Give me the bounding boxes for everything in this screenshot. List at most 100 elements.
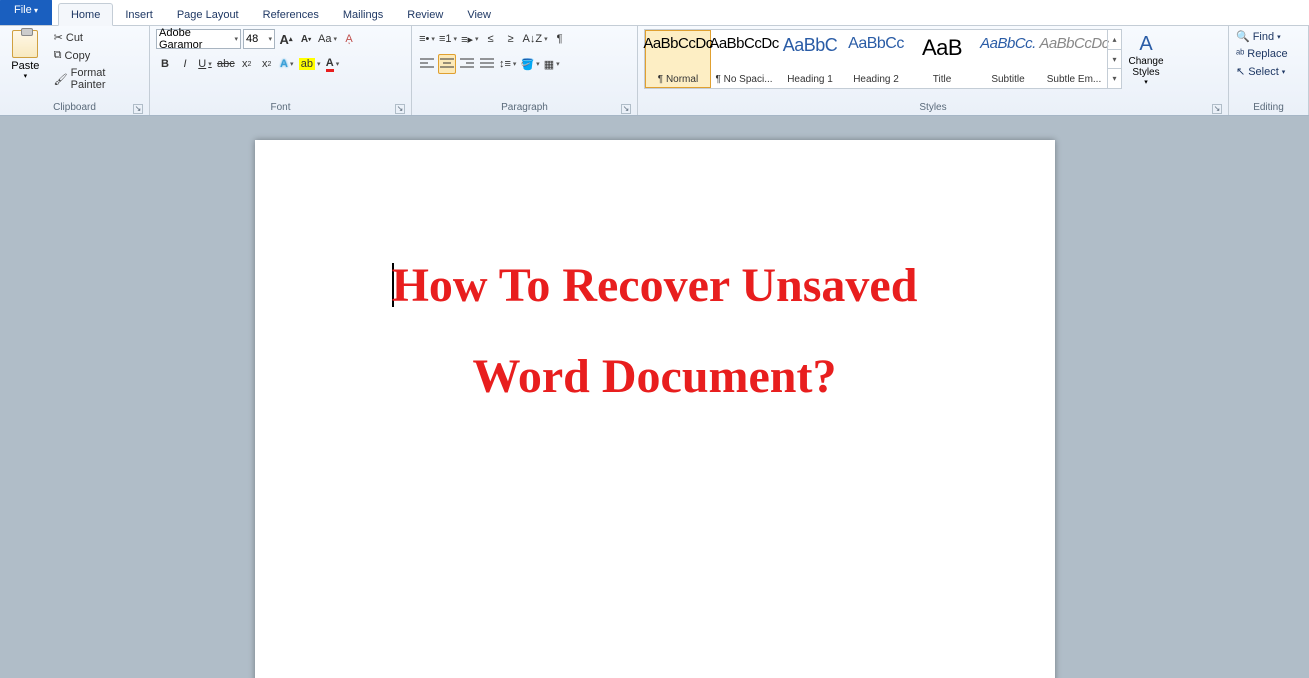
increase-indent-button[interactable]: ≥: [502, 29, 520, 49]
group-paragraph: ≡• ≡1 ≡▸ ≤ ≥ A↓Z ¶ ↕≡ 🪣 ▦ Paragraph↘: [412, 26, 638, 115]
highlight-button[interactable]: ab: [298, 54, 322, 74]
underline-button[interactable]: U: [196, 54, 214, 74]
replace-button[interactable]: ᵃᵇReplace: [1233, 46, 1304, 62]
grow-font-button[interactable]: A▴: [277, 29, 295, 49]
find-icon: 🔍: [1236, 30, 1250, 43]
group-title-paragraph: Paragraph↘: [416, 102, 633, 114]
style-expand[interactable]: ▾: [1108, 69, 1121, 88]
tab-page-layout[interactable]: Page Layout: [165, 4, 251, 25]
decrease-indent-button[interactable]: ≤: [482, 29, 500, 49]
chevron-down-icon: ▾: [1144, 78, 1148, 86]
paragraph-launcher[interactable]: ↘: [621, 104, 631, 114]
eraser-icon: Aͅ: [345, 33, 352, 45]
group-font: Adobe Garamor▾ 48▾ A▴ A▾ Aa Aͅ B I U abc…: [150, 26, 412, 115]
cut-button[interactable]: ✂Cut: [51, 29, 143, 46]
scissors-icon: ✂: [54, 31, 63, 44]
font-size-input[interactable]: 48▾: [243, 29, 275, 49]
tab-references[interactable]: References: [251, 4, 331, 25]
tab-file[interactable]: File: [0, 0, 52, 25]
font-color-button[interactable]: A: [324, 54, 342, 74]
group-styles: AaBbCcDc¶ Normal AaBbCcDc¶ No Spaci... A…: [638, 26, 1229, 115]
group-title-clipboard: Clipboard↘: [4, 102, 145, 114]
strikethrough-button[interactable]: abc: [216, 54, 236, 74]
change-styles-icon: A: [1139, 33, 1152, 56]
align-right-icon: [460, 58, 474, 70]
chevron-down-icon: ▾: [24, 72, 28, 80]
italic-button[interactable]: I: [176, 54, 194, 74]
styles-launcher[interactable]: ↘: [1212, 104, 1222, 114]
bold-button[interactable]: B: [156, 54, 174, 74]
document-text[interactable]: How To Recover Unsaved Word Document?: [345, 240, 965, 422]
tab-insert[interactable]: Insert: [113, 4, 165, 25]
paste-button[interactable]: Paste ▾: [6, 29, 45, 81]
align-center-button[interactable]: [438, 54, 456, 74]
style-heading-2[interactable]: AaBbCcHeading 2: [843, 30, 909, 88]
sort-button[interactable]: A↓Z: [522, 29, 549, 49]
clear-formatting-button[interactable]: Aͅ: [340, 29, 358, 49]
style-heading-1[interactable]: AaBbCHeading 1: [777, 30, 843, 88]
shading-button[interactable]: 🪣: [519, 54, 540, 74]
tab-bar: File Home Insert Page Layout References …: [0, 0, 1309, 26]
show-marks-button[interactable]: ¶: [551, 29, 569, 49]
numbering-icon: ≡1: [439, 33, 452, 45]
chevron-down-icon[interactable]: ▾: [234, 35, 238, 43]
justify-icon: [480, 58, 494, 70]
find-button[interactable]: 🔍Find▾: [1233, 28, 1304, 45]
change-case-button[interactable]: Aa: [317, 29, 338, 49]
text-effects-button[interactable]: A: [278, 54, 296, 74]
tab-home[interactable]: Home: [58, 3, 113, 26]
tab-mailings[interactable]: Mailings: [331, 4, 395, 25]
chevron-down-icon[interactable]: ▾: [268, 35, 272, 43]
style-subtitle[interactable]: AaBbCc.Subtitle: [975, 30, 1041, 88]
borders-button[interactable]: ▦: [543, 54, 561, 74]
border-icon: ▦: [544, 58, 554, 71]
font-name-input[interactable]: Adobe Garamor▾: [156, 29, 241, 49]
superscript-button[interactable]: x2: [258, 54, 276, 74]
font-launcher[interactable]: ↘: [395, 104, 405, 114]
align-left-icon: [420, 58, 434, 70]
align-left-button[interactable]: [418, 54, 436, 74]
shrink-font-button[interactable]: A▾: [297, 29, 315, 49]
style-scroll-up[interactable]: ▴: [1108, 30, 1121, 50]
group-title-font: Font↘: [154, 102, 407, 114]
clipboard-launcher[interactable]: ↘: [133, 104, 143, 114]
multilevel-icon: ≡▸: [461, 33, 473, 46]
multilevel-button[interactable]: ≡▸: [460, 29, 479, 49]
tab-review[interactable]: Review: [395, 4, 455, 25]
line-spacing-button[interactable]: ↕≡: [498, 54, 517, 74]
clipboard-icon: [12, 30, 38, 58]
indent-icon: ≥: [508, 33, 514, 45]
format-painter-button[interactable]: 🖌Format Painter: [51, 65, 143, 93]
document-page[interactable]: How To Recover Unsaved Word Document?: [255, 140, 1055, 678]
paste-label: Paste: [11, 60, 39, 72]
style-scroll: ▴ ▾ ▾: [1107, 30, 1121, 88]
style-subtle-emphasis[interactable]: AaBbCcDcSubtle Em...: [1041, 30, 1107, 88]
brush-icon: 🖌: [54, 73, 68, 86]
justify-button[interactable]: [478, 54, 496, 74]
change-styles-button[interactable]: A Change Styles ▾: [1124, 30, 1168, 89]
replace-icon: ᵃᵇ: [1236, 48, 1244, 60]
style-scroll-down[interactable]: ▾: [1108, 50, 1121, 70]
group-editing: 🔍Find▾ ᵃᵇReplace ↖Select▾ Editing: [1229, 26, 1309, 115]
document-workspace[interactable]: How To Recover Unsaved Word Document?: [0, 116, 1309, 678]
align-right-button[interactable]: [458, 54, 476, 74]
subscript-button[interactable]: x2: [238, 54, 256, 74]
copy-button[interactable]: ⧉Copy: [51, 47, 143, 64]
outdent-icon: ≤: [488, 33, 494, 45]
numbering-button[interactable]: ≡1: [438, 29, 458, 49]
group-title-styles: Styles↘: [642, 102, 1224, 114]
copy-icon: ⧉: [54, 49, 62, 62]
style-no-spacing[interactable]: AaBbCcDc¶ No Spaci...: [711, 30, 777, 88]
style-title[interactable]: AaBTitle: [909, 30, 975, 88]
bullets-button[interactable]: ≡•: [418, 29, 436, 49]
select-button[interactable]: ↖Select▾: [1233, 63, 1304, 80]
line-spacing-icon: ↕≡: [499, 58, 511, 70]
cursor-icon: ↖: [1236, 65, 1245, 78]
tab-view[interactable]: View: [455, 4, 503, 25]
ribbon: Paste ▾ ✂Cut ⧉Copy 🖌Format Painter Clipb…: [0, 26, 1309, 116]
style-gallery: AaBbCcDc¶ Normal AaBbCcDc¶ No Spaci... A…: [644, 29, 1122, 89]
sort-icon: A↓Z: [523, 33, 543, 45]
bullets-icon: ≡•: [419, 33, 429, 45]
group-clipboard: Paste ▾ ✂Cut ⧉Copy 🖌Format Painter Clipb…: [0, 26, 150, 115]
style-normal[interactable]: AaBbCcDc¶ Normal: [645, 30, 711, 88]
